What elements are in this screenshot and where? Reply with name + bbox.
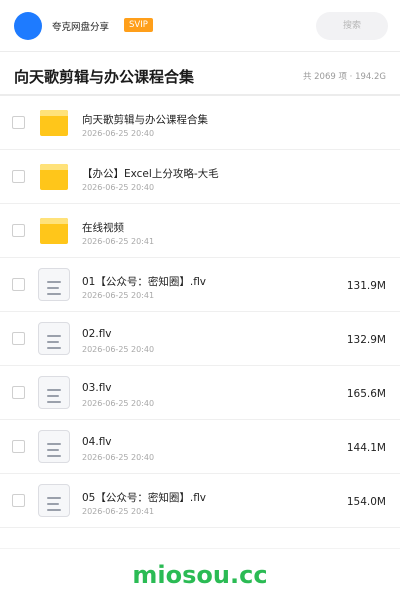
document-icon	[38, 376, 70, 410]
list-item[interactable]: 02.flv 2026-06-25 20:40 132.9M	[0, 312, 400, 366]
list-item[interactable]: 04.flv 2026-06-25 20:40 144.1M	[0, 420, 400, 474]
file-date: 2026-06-25 20:41	[82, 237, 155, 246]
brand-name: 夸克网盘分享	[52, 22, 110, 33]
select-checkbox[interactable]	[12, 224, 25, 237]
title-bar: 向天歌剪辑与办公课程合集 共 2069 项 · 194.2G	[0, 52, 400, 96]
select-checkbox[interactable]	[12, 440, 25, 453]
file-name[interactable]: 05【公众号：密知圈】.flv	[82, 490, 206, 505]
document-icon	[38, 430, 70, 464]
list-item[interactable]: 05【公众号：密知圈】.flv 2026-06-25 20:41 154.0M	[0, 474, 400, 528]
file-list: 向天歌剪辑与办公课程合集 2026-06-25 20:40 【办公】Excel上分攻…	[0, 96, 400, 528]
page-title: 向天歌剪辑与办公课程合集	[14, 68, 195, 86]
list-item[interactable]: 【办公】Excel上分攻略-大毛 2026-06-25 20:40	[0, 150, 400, 204]
select-checkbox[interactable]	[12, 332, 25, 345]
list-item[interactable]: 在线视频 2026-06-25 20:41	[0, 204, 400, 258]
file-size: 144.1M	[346, 442, 386, 454]
file-date: 2026-06-25 20:41	[82, 507, 155, 516]
document-icon	[38, 268, 70, 302]
file-date: 2026-06-25 20:40	[82, 399, 155, 408]
file-date: 2026-06-25 20:40	[82, 345, 155, 354]
document-icon	[38, 484, 70, 518]
file-date: 2026-06-25 20:40	[82, 129, 155, 138]
footer: miosou.cc	[0, 548, 400, 600]
list-item[interactable]: 01【公众号：密知圈】.flv 2026-06-25 20:41 131.9M	[0, 258, 400, 312]
file-name[interactable]: 04.flv	[82, 436, 112, 448]
select-checkbox[interactable]	[12, 278, 25, 291]
file-date: 2026-06-25 20:41	[82, 291, 155, 300]
folder-icon	[38, 106, 70, 140]
file-name[interactable]: 【办公】Excel上分攻略-大毛	[82, 166, 219, 181]
svip-badge: SVIP	[124, 18, 153, 32]
select-checkbox[interactable]	[12, 116, 25, 129]
file-size: 132.9M	[346, 334, 386, 346]
select-checkbox[interactable]	[12, 386, 25, 399]
share-page: 夸克网盘分享 SVIP 搜索 向天歌剪辑与办公课程合集 共 2069 项 · 1…	[0, 0, 400, 600]
file-size: 154.0M	[346, 496, 386, 508]
file-name[interactable]: 02.flv	[82, 328, 112, 340]
search-input[interactable]: 搜索	[316, 12, 388, 40]
header: 夸克网盘分享 SVIP 搜索	[0, 0, 400, 52]
document-icon	[38, 322, 70, 356]
avatar[interactable]	[14, 12, 42, 40]
select-checkbox[interactable]	[12, 170, 25, 183]
list-item[interactable]: 向天歌剪辑与办公课程合集 2026-06-25 20:40	[0, 96, 400, 150]
file-name[interactable]: 03.flv	[82, 382, 112, 394]
file-date: 2026-06-25 20:40	[82, 453, 155, 462]
watermark: miosou.cc	[132, 561, 268, 589]
list-item[interactable]: 03.flv 2026-06-25 20:40 165.6M	[0, 366, 400, 420]
file-name[interactable]: 01【公众号：密知圈】.flv	[82, 274, 206, 289]
folder-icon	[38, 214, 70, 248]
item-count-summary: 共 2069 项 · 194.2G	[302, 72, 386, 82]
file-name[interactable]: 向天歌剪辑与办公课程合集	[82, 112, 208, 127]
file-size: 165.6M	[346, 388, 386, 400]
select-checkbox[interactable]	[12, 494, 25, 507]
file-size: 131.9M	[346, 280, 386, 292]
folder-icon	[38, 160, 70, 194]
file-date: 2026-06-25 20:40	[82, 183, 155, 192]
file-name[interactable]: 在线视频	[82, 220, 124, 235]
